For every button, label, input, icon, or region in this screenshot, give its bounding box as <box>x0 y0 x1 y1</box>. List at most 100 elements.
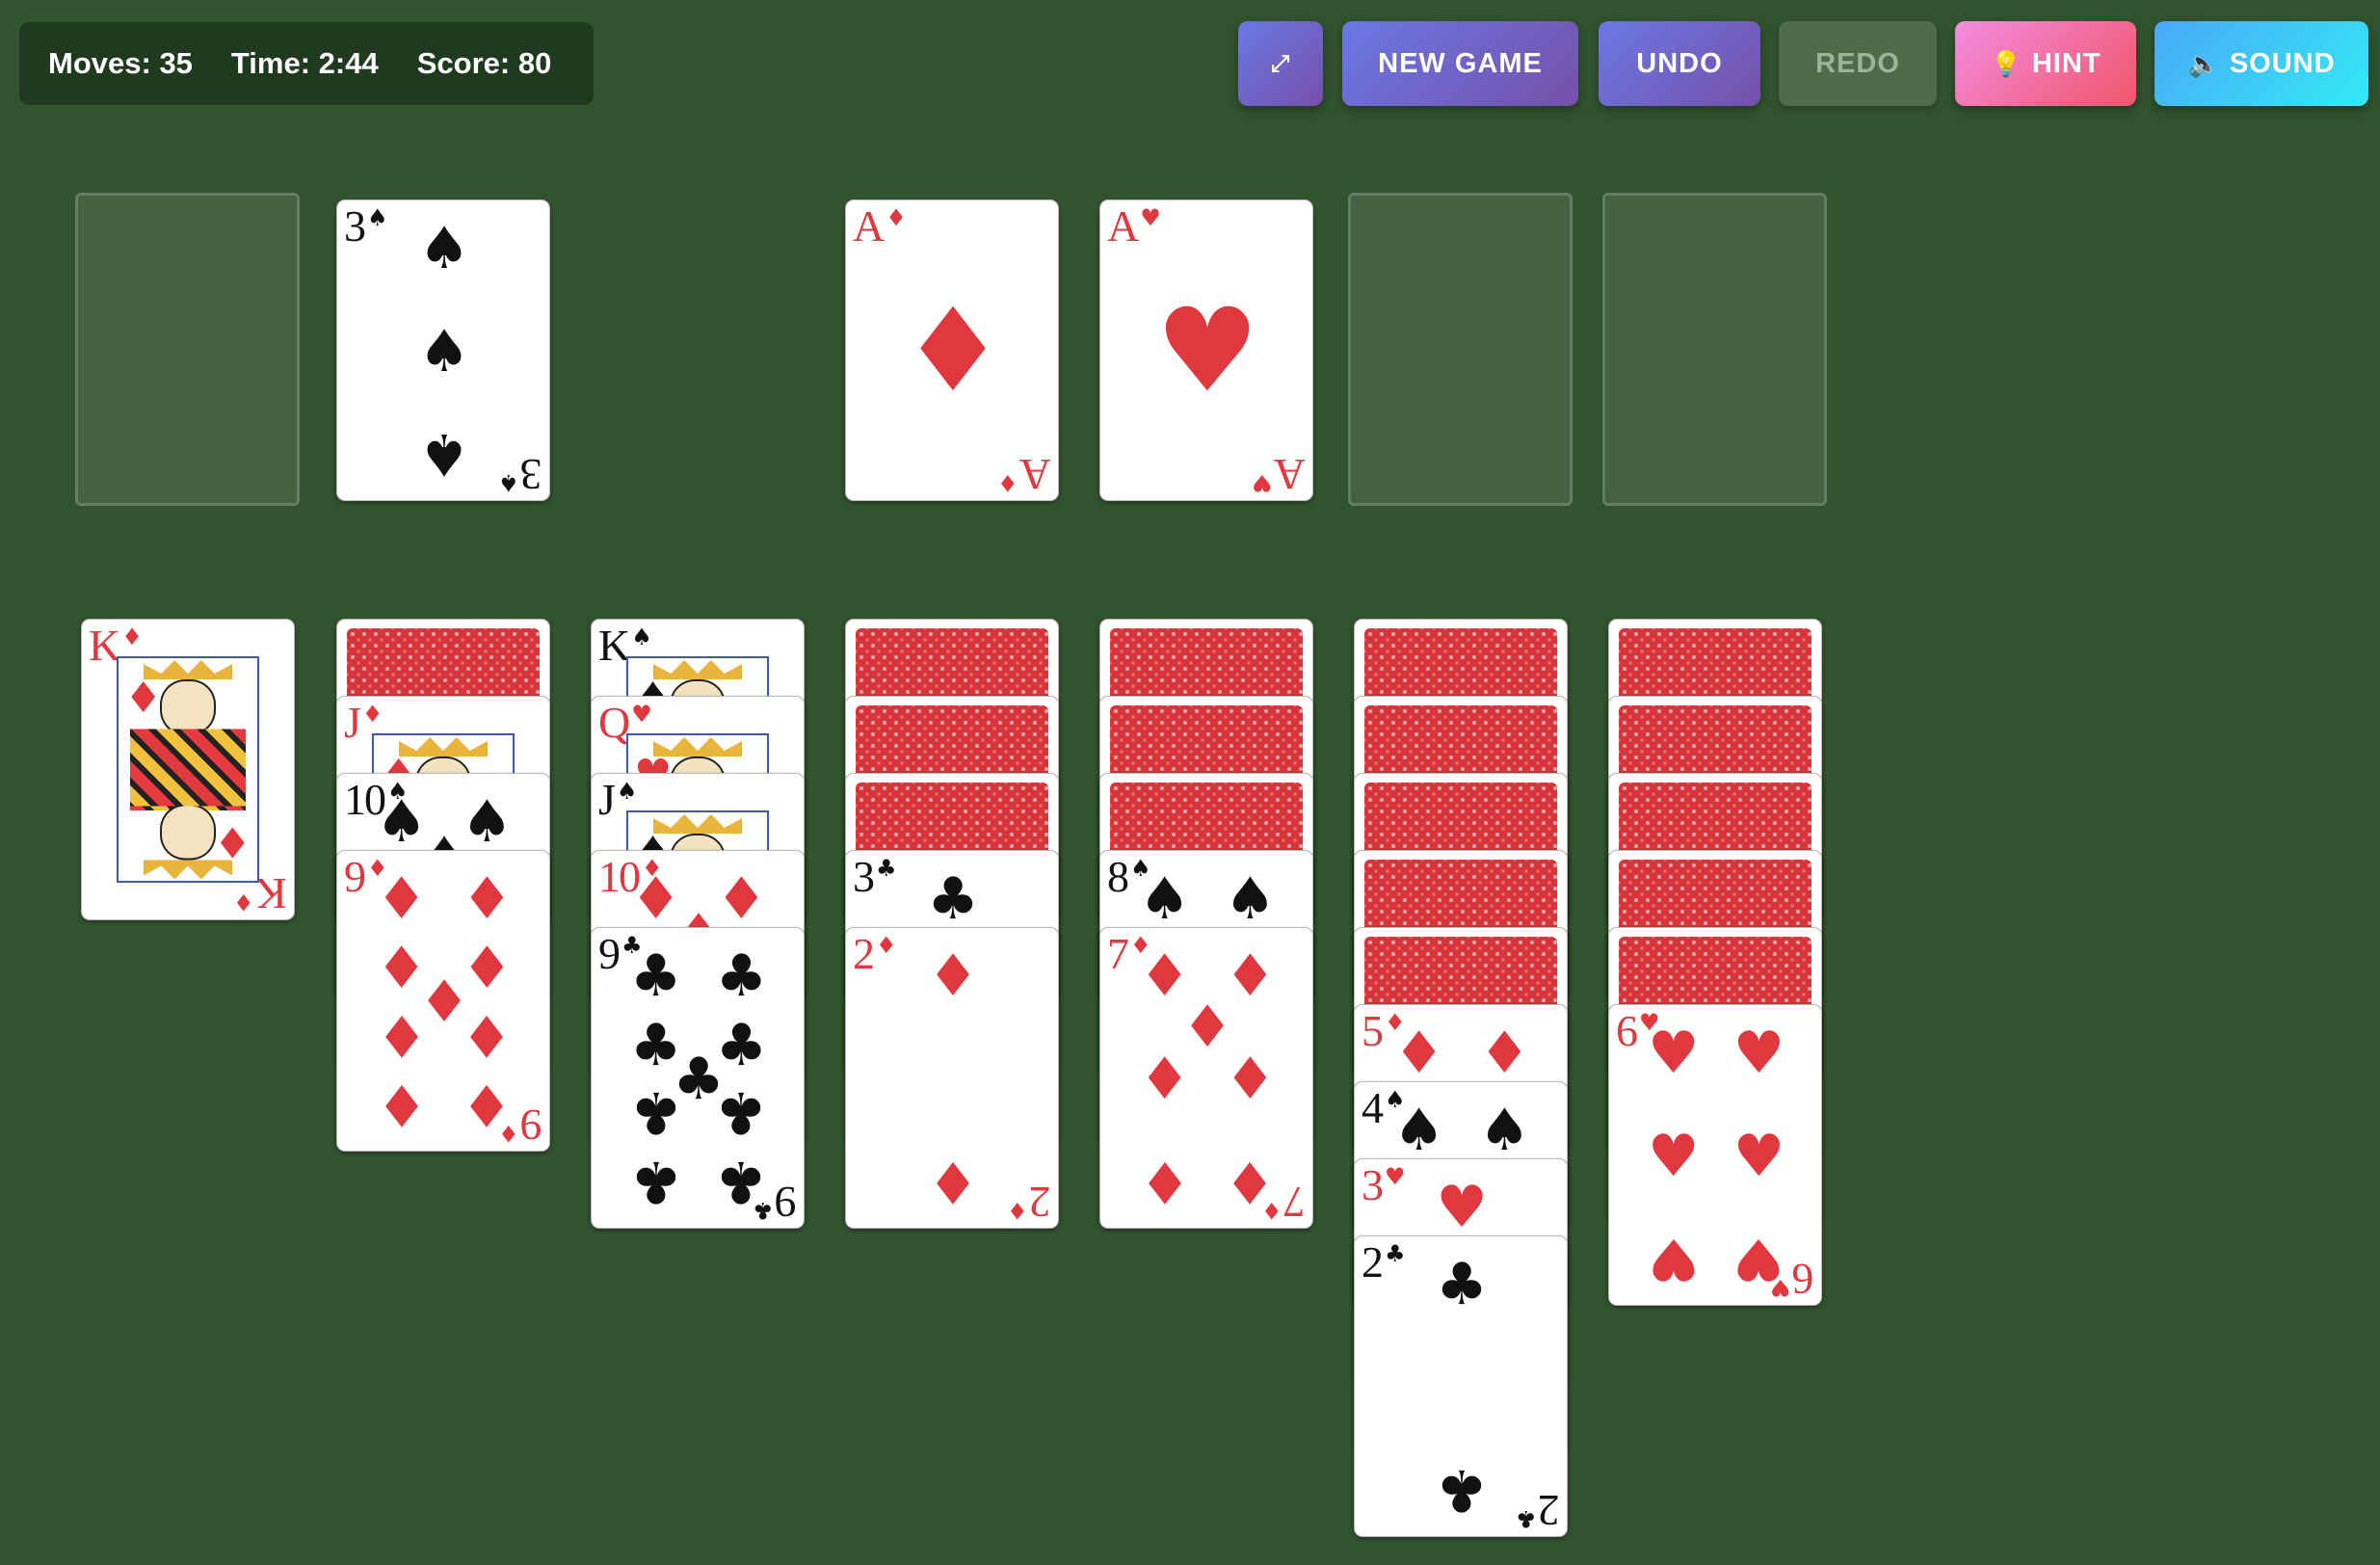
diamond-icon: ♦ <box>213 816 251 865</box>
lightbulb-icon: 💡 <box>1990 48 2023 78</box>
heart-pip-icon: ♥ <box>1732 1224 1785 1292</box>
redo-button[interactable]: REDO <box>1779 21 1937 106</box>
card-3-of-spades[interactable]: 3 ♠ 3 ♠ ♠ ♠ ♠ <box>336 199 550 501</box>
diamond-icon: ♦ <box>886 204 907 231</box>
spade-pip-icon: ♠ <box>418 317 470 385</box>
card-rank: 6 <box>1616 1006 1638 1055</box>
card-rank: 5 <box>1362 1006 1384 1055</box>
card-7-of-diamonds[interactable]: 7 ♦ 7 ♦ ♦ ♦ ♦ ♦ ♦ ♦ ♦ <box>1099 927 1313 1229</box>
diamond-pip-icon: ♦ <box>375 865 428 934</box>
card-corner-bottom: A ♥ <box>1252 450 1306 499</box>
club-pip-icon: ♣ <box>1436 1251 1488 1319</box>
card-rank: 3 <box>522 450 542 499</box>
diamond-pip-icon: ♦ <box>927 942 979 1011</box>
card-corner-bottom: 2 ♣ <box>1516 1486 1560 1535</box>
heart-icon: ♥ <box>1140 204 1161 231</box>
heart-icon: ♥ <box>631 701 652 728</box>
score-label: Score: <box>416 46 511 80</box>
card-2-of-clubs[interactable]: 2 ♣ 2 ♣ ♣ ♣ <box>1354 1235 1568 1537</box>
club-icon: ♣ <box>1516 1505 1537 1532</box>
card-corner: 3 ♥ <box>1362 1163 1406 1207</box>
card-rank: 3 <box>344 201 366 251</box>
card-9-of-clubs[interactable]: 9 ♣ 9 ♣ ♣ ♣ ♣ ♣ ♣ ♣ ♣ ♣ ♣ <box>591 927 805 1229</box>
card-2-of-diamonds[interactable]: 2 ♦ 2 ♦ ♦ ♦ <box>845 927 1059 1229</box>
card-9-of-diamonds[interactable]: 9 ♦ 9 ♦ ♦ ♦ ♦ ♦ ♦ ♦ ♦ ♦ ♦ <box>336 850 550 1152</box>
card-corner: 3 ♠ <box>344 204 388 249</box>
diamond-icon: ♦ <box>121 623 143 650</box>
diamond-icon: ♦ <box>1007 1197 1028 1224</box>
card-rank: A <box>853 201 885 251</box>
fullscreen-button[interactable]: ⤢ <box>1238 21 1323 106</box>
spade-pip-icon: ♠ <box>1392 1097 1445 1165</box>
diamond-pip-icon: ♦ <box>1224 1045 1277 1113</box>
card-corner: 2 ♣ <box>1362 1240 1406 1285</box>
sound-label: SOUND <box>2229 47 2336 79</box>
heart-pip-icon: ♥ <box>1155 283 1259 418</box>
diamond-icon: ♦ <box>876 932 897 959</box>
undo-label: UNDO <box>1636 47 1723 79</box>
diamond-pip-icon: ♦ <box>1138 1147 1191 1215</box>
heart-pip-icon: ♥ <box>1647 1122 1700 1190</box>
card-rank: 9 <box>777 1178 797 1227</box>
card-6-of-hearts[interactable]: 6 ♥ 6 ♥ ♥ ♥ ♥ ♥ ♥ ♥ <box>1608 1004 1822 1306</box>
card-rank: 3 <box>1362 1160 1384 1209</box>
diamond-pip-icon: ♦ <box>901 283 1005 418</box>
foundation-slot-empty[interactable] <box>1602 193 1827 506</box>
time-value: 2:44 <box>318 46 379 80</box>
card-rank: 2 <box>1362 1237 1384 1286</box>
spade-icon: ♠ <box>616 778 638 805</box>
court-head <box>160 679 216 735</box>
heart-pip-icon: ♥ <box>1647 1224 1700 1292</box>
card-rank: 9 <box>598 929 621 978</box>
card-a-of-hearts[interactable]: A ♥ A ♥ ♥ <box>1099 199 1313 501</box>
card-rank: K <box>89 621 120 670</box>
club-pip-icon: ♣ <box>927 865 979 934</box>
diamond-pip-icon: ♦ <box>461 865 514 934</box>
card-rank: A <box>1020 450 1051 499</box>
undo-button[interactable]: UNDO <box>1599 21 1760 106</box>
card-rank: 8 <box>1107 852 1129 901</box>
card-k-of-diamonds[interactable]: K ♦ K ♦ ♦ ♦ <box>81 619 295 920</box>
card-rank: J <box>598 775 616 824</box>
court-figure-reversed: ♦ <box>119 729 257 882</box>
diamond-icon: ♦ <box>233 889 254 915</box>
club-pip-icon: ♣ <box>1436 1455 1488 1524</box>
club-pip-icon: ♣ <box>715 1077 768 1146</box>
diamond-pip-icon: ♦ <box>461 1070 514 1138</box>
card-rank: 2 <box>853 929 875 978</box>
card-corner: A ♦ <box>853 204 907 249</box>
card-corner: 2 ♦ <box>853 932 897 976</box>
card-rank: A <box>1107 201 1139 251</box>
spade-pip-icon: ♠ <box>418 215 470 283</box>
moves-stat: Moves: 35 <box>48 46 193 81</box>
spade-pip-icon: ♠ <box>1478 1097 1531 1165</box>
heart-icon: ♥ <box>1385 1163 1406 1190</box>
diamond-pip-icon: ♦ <box>1138 1045 1191 1113</box>
card-rank: 2 <box>1540 1486 1560 1535</box>
new-game-button[interactable]: NEW GAME <box>1342 21 1578 106</box>
diamond-pip-icon: ♦ <box>461 1000 514 1069</box>
diamond-icon: ♦ <box>124 674 163 723</box>
card-rank: K <box>256 869 287 918</box>
court-robe <box>129 729 247 806</box>
diamond-pip-icon: ♦ <box>927 1147 979 1215</box>
hint-button[interactable]: 💡 HINT <box>1955 21 2136 106</box>
card-corner-bottom: A ♦ <box>997 450 1051 499</box>
diamond-pip-icon: ♦ <box>375 1070 428 1138</box>
card-rank: K <box>598 621 630 670</box>
heart-pip-icon: ♥ <box>1436 1174 1488 1242</box>
card-rank: Q <box>598 698 630 747</box>
card-corner: 3 ♣ <box>853 855 897 899</box>
card-corner-bottom: 3 ♠ <box>498 450 542 499</box>
card-rank: 3 <box>853 852 875 901</box>
diamond-pip-icon: ♦ <box>375 1000 428 1069</box>
stock-pile-empty[interactable] <box>75 193 300 506</box>
foundation-slot-empty[interactable] <box>1348 193 1573 506</box>
fullscreen-icon: ⤢ <box>1270 50 1291 77</box>
club-icon: ♣ <box>876 855 897 882</box>
redo-label: REDO <box>1815 47 1900 79</box>
sound-button[interactable]: 🔈 SOUND <box>2155 21 2368 106</box>
card-rank: J <box>344 698 361 747</box>
card-a-of-diamonds[interactable]: A ♦ A ♦ ♦ <box>845 199 1059 501</box>
diamond-pip-icon: ♦ <box>1224 1147 1277 1215</box>
